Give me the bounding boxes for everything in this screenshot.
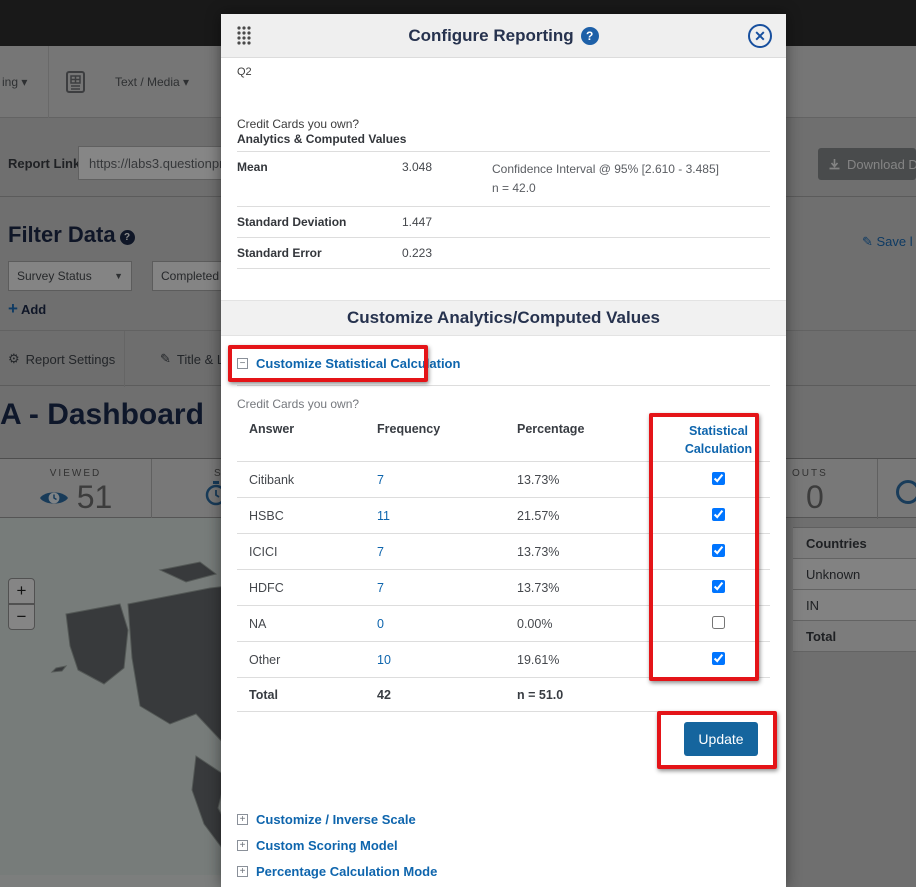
table-row: HSBC 11 21.57%	[237, 498, 770, 534]
stat-calc-checkbox[interactable]	[712, 544, 725, 557]
table-row: HDFC 7 13.73%	[237, 570, 770, 606]
frequency-link[interactable]: 7	[377, 545, 384, 559]
stat-calc-checkbox[interactable]	[712, 508, 725, 521]
table-row: Citibank 7 13.73%	[237, 462, 770, 498]
table-header-row: Answer Frequency Percentage Statistical …	[237, 413, 770, 462]
question-code: Q2	[237, 66, 252, 78]
update-button[interactable]: Update	[684, 722, 758, 756]
help-icon[interactable]: ?	[581, 27, 599, 45]
analytics-row-mean: Mean 3.048 Confidence Interval @ 95% [2.…	[237, 151, 770, 206]
section-customize-inverse-scale[interactable]: + Customize / Inverse Scale	[237, 812, 416, 827]
section-custom-scoring-model[interactable]: + Custom Scoring Model	[237, 838, 398, 853]
sample-size: n = 42.0	[492, 179, 770, 198]
stat-calc-checkbox[interactable]	[712, 472, 725, 485]
analytics-row-stderr: Standard Error 0.223	[237, 237, 770, 269]
divider	[237, 385, 770, 386]
customize-heading: Customize Analytics/Computed Values	[221, 300, 786, 336]
modal-title: Configure Reporting ?	[221, 14, 786, 58]
close-icon[interactable]: ✕	[748, 24, 772, 48]
analytics-row-stddev: Standard Deviation 1.447	[237, 206, 770, 237]
expand-icon: +	[237, 840, 248, 851]
confidence-interval: Confidence Interval @ 95% [2.610 - 3.485…	[492, 160, 770, 179]
modal-header: Configure Reporting ? ✕	[221, 14, 786, 58]
stat-calc-checkbox[interactable]	[712, 580, 725, 593]
section-percentage-calculation-mode[interactable]: + Percentage Calculation Mode	[237, 864, 437, 879]
expand-icon: +	[237, 866, 248, 877]
frequency-link[interactable]: 7	[377, 473, 384, 487]
stat-calc-checkbox[interactable]	[712, 616, 725, 629]
collapse-icon: −	[237, 358, 248, 369]
table-row: NA 0 0.00%	[237, 606, 770, 642]
table-row: Other 10 19.61%	[237, 642, 770, 678]
analytics-table: Mean 3.048 Confidence Interval @ 95% [2.…	[237, 151, 770, 269]
configure-reporting-modal: Configure Reporting ? ✕ Q2 Credit Cards …	[221, 14, 786, 887]
analytics-heading: Analytics & Computed Values	[237, 132, 406, 146]
screen: ing ▾ Text / Media ▾ Report Link https:/…	[0, 0, 916, 887]
table-total-row: Total 42 n = 51.0	[237, 678, 770, 712]
question-text: Credit Cards you own?	[237, 117, 359, 131]
table-row: ICICI 7 13.73%	[237, 534, 770, 570]
expand-icon: +	[237, 814, 248, 825]
frequency-table: Answer Frequency Percentage Statistical …	[237, 413, 770, 712]
frequency-link[interactable]: 11	[377, 509, 390, 523]
frequency-link[interactable]: 0	[377, 617, 384, 631]
stat-question-text: Credit Cards you own?	[237, 397, 359, 411]
section-statistical-calculation[interactable]: − Customize Statistical Calculation	[237, 356, 460, 371]
col-statistical-calculation: Statistical Calculation	[667, 422, 770, 458]
stat-calc-checkbox[interactable]	[712, 652, 725, 665]
frequency-link[interactable]: 7	[377, 581, 384, 595]
frequency-link[interactable]: 10	[377, 653, 391, 667]
